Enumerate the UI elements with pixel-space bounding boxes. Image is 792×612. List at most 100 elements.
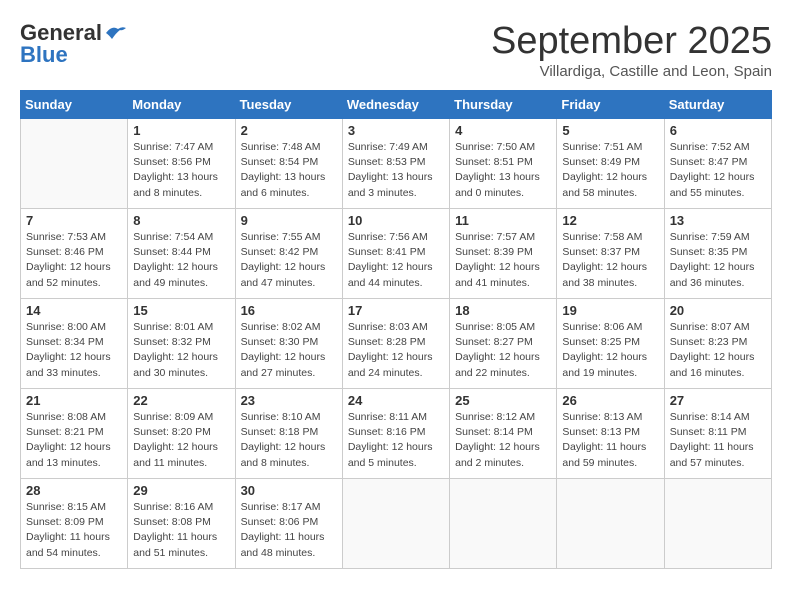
header-friday: Friday bbox=[557, 91, 664, 119]
header-monday: Monday bbox=[128, 91, 235, 119]
day-info: Sunrise: 7:57 AMSunset: 8:39 PMDaylight:… bbox=[455, 230, 551, 291]
day-number: 20 bbox=[670, 303, 766, 318]
day-number: 30 bbox=[241, 483, 337, 498]
calendar-cell: 4 Sunrise: 7:50 AMSunset: 8:51 PMDaylight… bbox=[450, 119, 557, 209]
header-thursday: Thursday bbox=[450, 91, 557, 119]
day-info: Sunrise: 8:15 AMSunset: 8:09 PMDaylight:… bbox=[26, 500, 122, 561]
header-tuesday: Tuesday bbox=[235, 91, 342, 119]
calendar-cell: 10 Sunrise: 7:56 AMSunset: 8:41 PMDayligh… bbox=[342, 209, 449, 299]
day-number: 5 bbox=[562, 123, 658, 138]
calendar-cell bbox=[342, 479, 449, 569]
calendar-cell bbox=[21, 119, 128, 209]
calendar-week-row: 21Sunrise: 8:08 AMSunset: 8:21 PMDayligh… bbox=[21, 389, 772, 479]
day-info: Sunrise: 8:14 AMSunset: 8:11 PMDaylight:… bbox=[670, 410, 766, 471]
calendar-week-row: 7Sunrise: 7:53 AMSunset: 8:46 PMDaylight… bbox=[21, 209, 772, 299]
calendar-cell: 30 Sunrise: 8:17 AMSunset: 8:06 PMDayligh… bbox=[235, 479, 342, 569]
day-number: 27 bbox=[670, 393, 766, 408]
header-sunday: Sunday bbox=[21, 91, 128, 119]
month-title: September 2025 bbox=[491, 20, 772, 63]
day-info: Sunrise: 7:54 AMSunset: 8:44 PMDaylight:… bbox=[133, 230, 229, 291]
day-number: 15 bbox=[133, 303, 229, 318]
day-info: Sunrise: 8:03 AMSunset: 8:28 PMDaylight:… bbox=[348, 320, 444, 381]
title-block: September 2025 Villardiga, Castille and … bbox=[491, 20, 772, 80]
calendar-cell: 23Sunrise: 8:10 AMSunset: 8:18 PMDayligh… bbox=[235, 389, 342, 479]
calendar-cell: 9 Sunrise: 7:55 AMSunset: 8:42 PMDaylight… bbox=[235, 209, 342, 299]
day-info: Sunrise: 7:48 AMSunset: 8:54 PMDaylight:… bbox=[241, 140, 337, 201]
calendar-cell: 11 Sunrise: 7:57 AMSunset: 8:39 PMDayligh… bbox=[450, 209, 557, 299]
calendar-cell: 19 Sunrise: 8:06 AMSunset: 8:25 PMDayligh… bbox=[557, 299, 664, 389]
day-number: 26 bbox=[562, 393, 658, 408]
day-number: 22 bbox=[133, 393, 229, 408]
day-number: 1 bbox=[133, 123, 229, 138]
day-number: 8 bbox=[133, 213, 229, 228]
day-number: 21 bbox=[26, 393, 122, 408]
day-number: 12 bbox=[562, 213, 658, 228]
calendar-cell: 5Sunrise: 7:51 AMSunset: 8:49 PMDaylight… bbox=[557, 119, 664, 209]
calendar-cell bbox=[450, 479, 557, 569]
calendar-cell: 24 Sunrise: 8:11 AMSunset: 8:16 PMDayligh… bbox=[342, 389, 449, 479]
calendar-cell: 15 Sunrise: 8:01 AMSunset: 8:32 PMDayligh… bbox=[128, 299, 235, 389]
day-number: 16 bbox=[241, 303, 337, 318]
calendar-cell: 26 Sunrise: 8:13 AMSunset: 8:13 PMDayligh… bbox=[557, 389, 664, 479]
day-number: 13 bbox=[670, 213, 766, 228]
day-info: Sunrise: 7:58 AMSunset: 8:37 PMDaylight:… bbox=[562, 230, 658, 291]
day-number: 9 bbox=[241, 213, 337, 228]
day-info: Sunrise: 8:13 AMSunset: 8:13 PMDaylight:… bbox=[562, 410, 658, 471]
day-info: Sunrise: 7:56 AMSunset: 8:41 PMDaylight:… bbox=[348, 230, 444, 291]
day-number: 4 bbox=[455, 123, 551, 138]
day-info: Sunrise: 7:47 AMSunset: 8:56 PMDaylight:… bbox=[133, 140, 229, 201]
calendar-cell: 29Sunrise: 8:16 AMSunset: 8:08 PMDayligh… bbox=[128, 479, 235, 569]
calendar-cell: 20 Sunrise: 8:07 AMSunset: 8:23 PMDayligh… bbox=[664, 299, 771, 389]
calendar-cell bbox=[664, 479, 771, 569]
day-number: 17 bbox=[348, 303, 444, 318]
calendar-cell: 3Sunrise: 7:49 AMSunset: 8:53 PMDaylight… bbox=[342, 119, 449, 209]
calendar-cell: 17 Sunrise: 8:03 AMSunset: 8:28 PMDayligh… bbox=[342, 299, 449, 389]
calendar-cell: 1 Sunrise: 7:47 AMSunset: 8:56 PMDaylight… bbox=[128, 119, 235, 209]
calendar-week-row: 14Sunrise: 8:00 AMSunset: 8:34 PMDayligh… bbox=[21, 299, 772, 389]
location-subtitle: Villardiga, Castille and Leon, Spain bbox=[491, 63, 772, 80]
day-info: Sunrise: 8:02 AMSunset: 8:30 PMDaylight:… bbox=[241, 320, 337, 381]
calendar-cell: 8 Sunrise: 7:54 AMSunset: 8:44 PMDaylight… bbox=[128, 209, 235, 299]
calendar-cell: 16 Sunrise: 8:02 AMSunset: 8:30 PMDayligh… bbox=[235, 299, 342, 389]
day-info: Sunrise: 8:00 AMSunset: 8:34 PMDaylight:… bbox=[26, 320, 122, 381]
calendar-cell: 14Sunrise: 8:00 AMSunset: 8:34 PMDayligh… bbox=[21, 299, 128, 389]
day-number: 2 bbox=[241, 123, 337, 138]
logo-bird-icon bbox=[104, 25, 126, 41]
calendar-cell: 25Sunrise: 8:12 AMSunset: 8:14 PMDayligh… bbox=[450, 389, 557, 479]
calendar-cell: 13Sunrise: 7:59 AMSunset: 8:35 PMDayligh… bbox=[664, 209, 771, 299]
day-number: 19 bbox=[562, 303, 658, 318]
day-info: Sunrise: 8:17 AMSunset: 8:06 PMDaylight:… bbox=[241, 500, 337, 561]
day-info: Sunrise: 8:07 AMSunset: 8:23 PMDaylight:… bbox=[670, 320, 766, 381]
calendar-header-row: SundayMondayTuesdayWednesdayThursdayFrid… bbox=[21, 91, 772, 119]
day-info: Sunrise: 7:55 AMSunset: 8:42 PMDaylight:… bbox=[241, 230, 337, 291]
day-number: 24 bbox=[348, 393, 444, 408]
day-info: Sunrise: 7:52 AMSunset: 8:47 PMDaylight:… bbox=[670, 140, 766, 201]
day-number: 28 bbox=[26, 483, 122, 498]
calendar-week-row: 28 Sunrise: 8:15 AMSunset: 8:09 PMDayligh… bbox=[21, 479, 772, 569]
day-number: 29 bbox=[133, 483, 229, 498]
page-header: General Blue September 2025 Villardiga, … bbox=[20, 20, 772, 80]
day-number: 18 bbox=[455, 303, 551, 318]
day-info: Sunrise: 8:11 AMSunset: 8:16 PMDaylight:… bbox=[348, 410, 444, 471]
calendar-cell: 21Sunrise: 8:08 AMSunset: 8:21 PMDayligh… bbox=[21, 389, 128, 479]
calendar-cell: 2 Sunrise: 7:48 AMSunset: 8:54 PMDaylight… bbox=[235, 119, 342, 209]
day-number: 11 bbox=[455, 213, 551, 228]
calendar-cell: 27 Sunrise: 8:14 AMSunset: 8:11 PMDayligh… bbox=[664, 389, 771, 479]
calendar-week-row: 1 Sunrise: 7:47 AMSunset: 8:56 PMDaylight… bbox=[21, 119, 772, 209]
header-saturday: Saturday bbox=[664, 91, 771, 119]
calendar-cell bbox=[557, 479, 664, 569]
day-info: Sunrise: 7:50 AMSunset: 8:51 PMDaylight:… bbox=[455, 140, 551, 201]
calendar-table: SundayMondayTuesdayWednesdayThursdayFrid… bbox=[20, 90, 772, 569]
day-number: 7 bbox=[26, 213, 122, 228]
calendar-cell: 22 Sunrise: 8:09 AMSunset: 8:20 PMDayligh… bbox=[128, 389, 235, 479]
calendar-cell: 6 Sunrise: 7:52 AMSunset: 8:47 PMDaylight… bbox=[664, 119, 771, 209]
day-info: Sunrise: 8:01 AMSunset: 8:32 PMDaylight:… bbox=[133, 320, 229, 381]
day-number: 6 bbox=[670, 123, 766, 138]
day-number: 10 bbox=[348, 213, 444, 228]
day-info: Sunrise: 8:09 AMSunset: 8:20 PMDaylight:… bbox=[133, 410, 229, 471]
day-number: 25 bbox=[455, 393, 551, 408]
day-info: Sunrise: 8:05 AMSunset: 8:27 PMDaylight:… bbox=[455, 320, 551, 381]
calendar-cell: 18 Sunrise: 8:05 AMSunset: 8:27 PMDayligh… bbox=[450, 299, 557, 389]
day-info: Sunrise: 8:10 AMSunset: 8:18 PMDaylight:… bbox=[241, 410, 337, 471]
day-info: Sunrise: 8:06 AMSunset: 8:25 PMDaylight:… bbox=[562, 320, 658, 381]
